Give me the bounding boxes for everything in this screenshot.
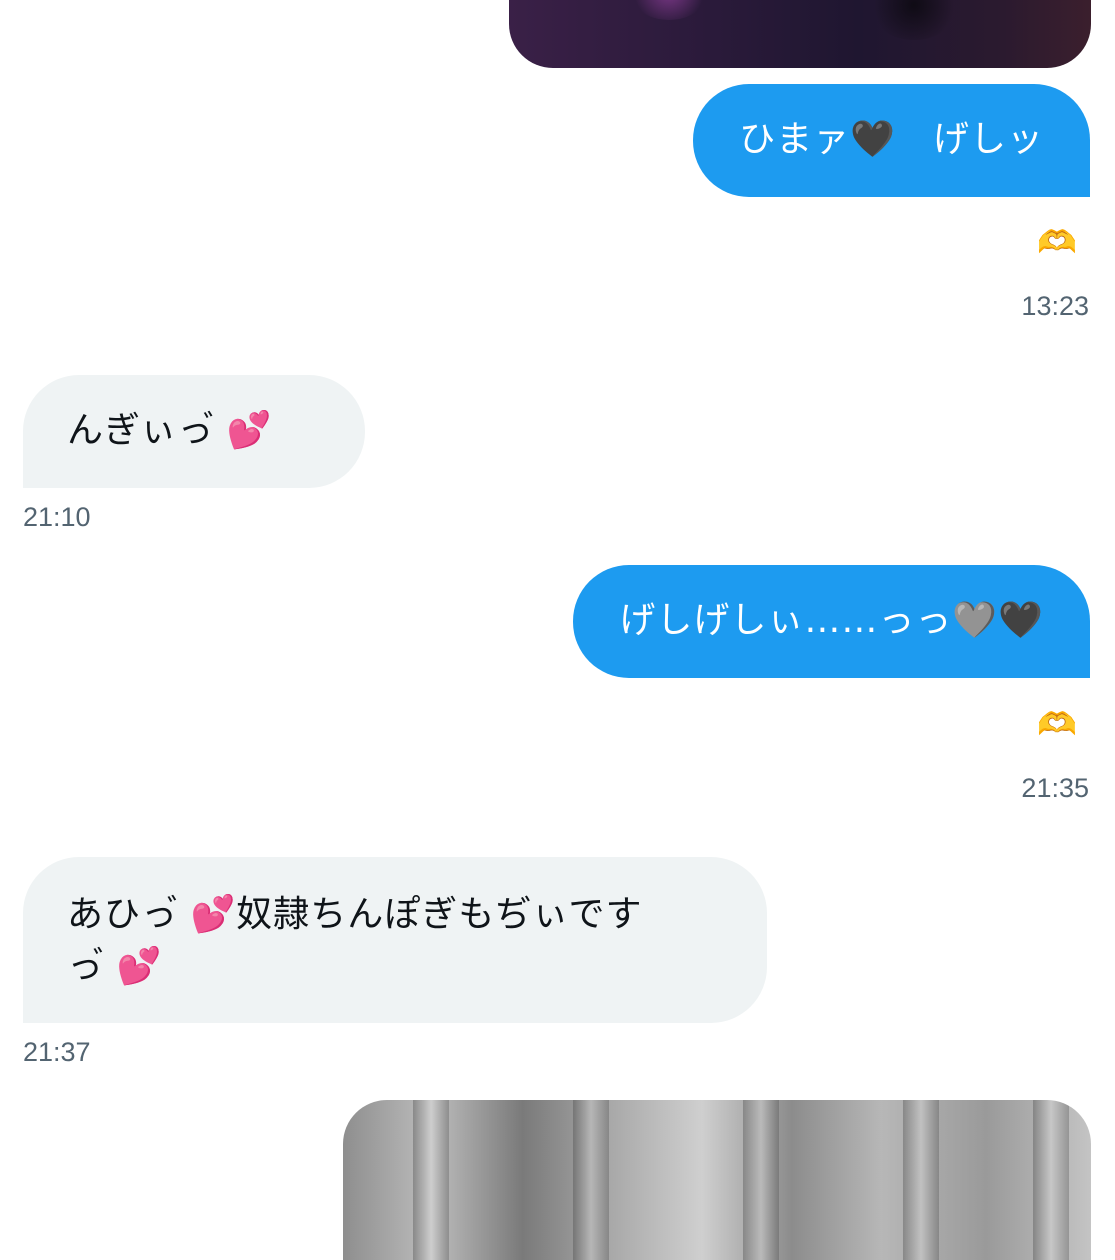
hand-heart-reaction-icon[interactable]: 🫶 xyxy=(1037,704,1077,744)
image-attachment-bottom[interactable] xyxy=(343,1100,1091,1260)
hand-heart-reaction-icon[interactable]: 🫶 xyxy=(1037,222,1077,262)
message-text: んぎぃっ゙ 💕 xyxy=(67,410,273,451)
message-timestamp: 21:10 xyxy=(23,502,91,532)
message-bubble-sent[interactable]: ひまァ🖤 げしッ xyxy=(693,84,1090,197)
image-fold xyxy=(1033,1100,1069,1260)
image-fold xyxy=(743,1100,779,1260)
image-fold xyxy=(903,1100,939,1260)
image-fold xyxy=(573,1100,609,1260)
message-timestamp: 21:37 xyxy=(23,1037,91,1067)
message-bubble-received[interactable]: あひっ゙ 💕奴隷ちんぽぎもぢぃです っ゙ 💕 xyxy=(23,857,767,1023)
image-highlight xyxy=(629,0,709,20)
message-text: ひまァ🖤 げしッ xyxy=(739,119,1044,160)
image-fold xyxy=(413,1100,449,1260)
message-timestamp: 21:35 xyxy=(1021,773,1089,803)
image-attachment-top[interactable] xyxy=(509,0,1091,68)
message-bubble-sent[interactable]: げしげしぃ……っっ🩶🖤 xyxy=(573,565,1090,678)
message-timestamp: 13:23 xyxy=(1021,291,1089,321)
message-text-line: っ゙ 💕 xyxy=(67,946,163,987)
message-text-line: あひっ゙ 💕奴隷ちんぽぎもぢぃです xyxy=(67,894,643,935)
message-bubble-received[interactable]: んぎぃっ゙ 💕 xyxy=(23,375,365,488)
message-text: げしげしぃ……っっ🩶🖤 xyxy=(619,600,1044,641)
image-shadow xyxy=(869,0,959,40)
